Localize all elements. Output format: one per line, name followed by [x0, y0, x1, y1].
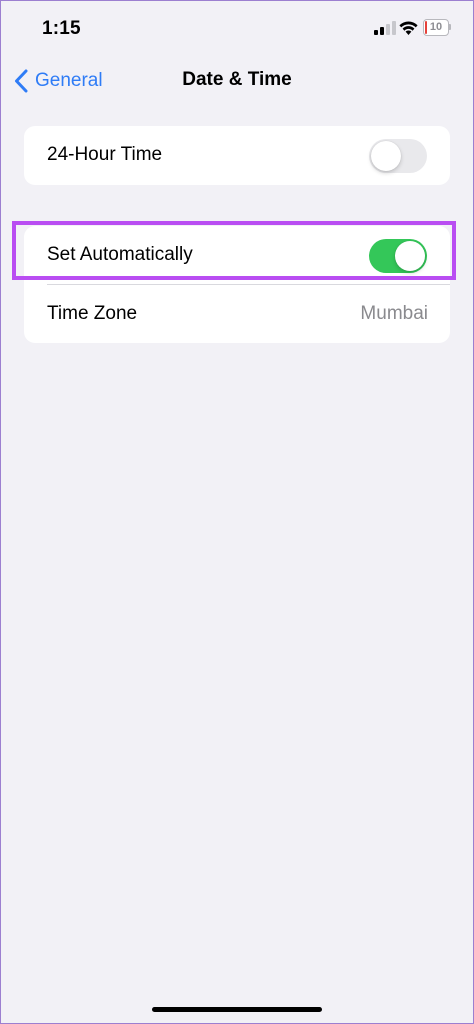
- row-set-automatically: Set Automatically: [24, 226, 450, 284]
- time-zone-value: Mumbai: [360, 303, 428, 324]
- battery-cap: [449, 24, 451, 30]
- row-label: 24-Hour Time: [47, 144, 163, 165]
- row-label: Set Automatically: [47, 244, 193, 265]
- wifi-icon: [399, 21, 418, 35]
- row-time-zone[interactable]: Time Zone Mumbai: [24, 285, 450, 343]
- battery-level: 10: [429, 21, 443, 33]
- status-bar: 1:15 10: [0, 0, 474, 58]
- home-indicator: [152, 1007, 322, 1012]
- 24-hour-time-toggle[interactable]: [369, 139, 427, 173]
- page-title: Date & Time: [182, 69, 292, 90]
- date-time-settings-group: Set Automatically Time Zone Mumbai: [24, 226, 450, 343]
- time-format-group: 24-Hour Time: [24, 126, 450, 185]
- toggle-knob: [371, 141, 401, 171]
- toggle-knob: [395, 241, 425, 271]
- row-label: Time Zone: [47, 303, 138, 324]
- signal-icon: [374, 21, 396, 35]
- nav-bar: General Date & Time: [0, 58, 474, 104]
- row-24-hour-time: 24-Hour Time: [24, 126, 450, 184]
- battery-icon: 10: [423, 19, 451, 36]
- status-time: 1:15: [42, 18, 81, 39]
- set-automatically-toggle[interactable]: [369, 239, 427, 273]
